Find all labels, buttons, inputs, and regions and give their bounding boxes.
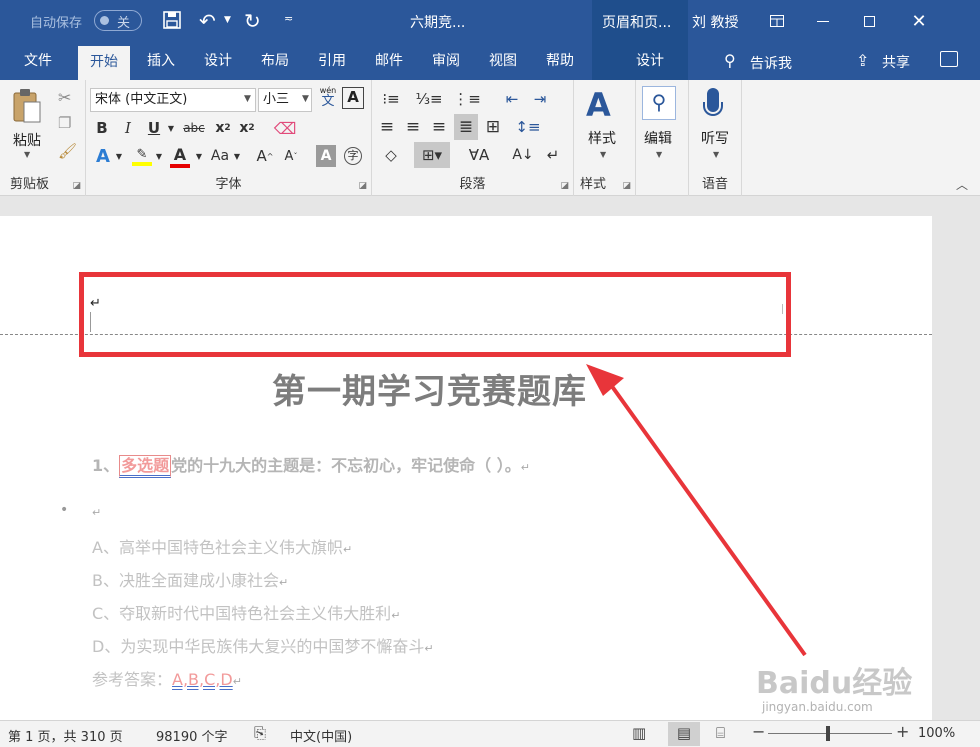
- read-mode-icon[interactable]: ▥: [632, 724, 646, 742]
- status-bar: 第 1 页，共 310 页 98190 个字 ⎘ 中文(中国) ▥ ▤ ⌸ − …: [0, 720, 980, 747]
- watermark-brand: Baidu经验: [756, 666, 913, 701]
- annotation-arrow: [586, 364, 807, 657]
- watermark: Baidu经验 jingyan.baidu.com: [756, 658, 956, 720]
- language[interactable]: 中文(中国): [290, 726, 352, 745]
- web-layout-icon[interactable]: ⌸: [716, 724, 725, 742]
- zoom-slider-track[interactable]: [768, 733, 892, 734]
- watermark-url: jingyan.baidu.com: [762, 700, 873, 714]
- page-count[interactable]: 第 1 页，共 310 页: [8, 726, 123, 745]
- print-layout-icon[interactable]: ▤: [668, 722, 700, 746]
- zoom-slider-thumb[interactable]: [826, 726, 830, 741]
- proofing-icon[interactable]: ⎘: [254, 724, 266, 742]
- zoom-out-button[interactable]: −: [752, 722, 765, 741]
- zoom-level[interactable]: 100%: [918, 726, 955, 741]
- zoom-in-button[interactable]: +: [896, 722, 909, 741]
- word-count[interactable]: 98190 个字: [156, 726, 228, 745]
